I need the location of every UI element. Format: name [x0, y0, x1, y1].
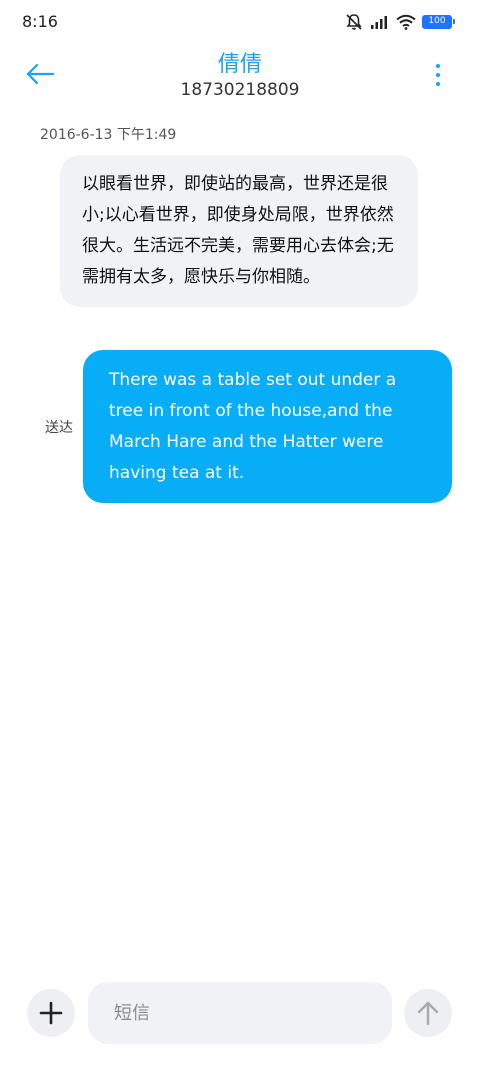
plus-icon: [39, 1001, 63, 1025]
mute-icon: [344, 12, 364, 32]
contact-name: 倩倩: [217, 52, 262, 77]
more-options-button[interactable]: [432, 62, 444, 90]
conversation-header: 倩倩 18730218809: [0, 44, 480, 110]
battery-icon: 100: [422, 15, 455, 29]
message-timestamp: 2016-6-13 下午1:49: [40, 127, 177, 143]
status-icons: 100: [344, 12, 455, 32]
message-input[interactable]: [88, 982, 392, 1044]
add-attachment-button[interactable]: [27, 989, 75, 1037]
status-bar: 8:16 100: [0, 0, 480, 44]
sent-message-bubble[interactable]: There was a table set out under a tree i…: [83, 350, 452, 503]
wifi-icon: [396, 14, 416, 30]
send-button[interactable]: [404, 989, 452, 1037]
received-message-bubble[interactable]: 以眼看世界，即使站的最高，世界还是很小;以心看世界，即使身处局限，世界依然很大。…: [60, 155, 418, 307]
status-time: 8:16: [22, 12, 58, 31]
more-vertical-icon: [436, 64, 440, 86]
signal-icon: [370, 14, 390, 30]
delivery-status: 送达: [45, 420, 73, 436]
send-arrow-icon: [417, 1001, 439, 1026]
contact-phone-number: 18730218809: [180, 80, 300, 100]
